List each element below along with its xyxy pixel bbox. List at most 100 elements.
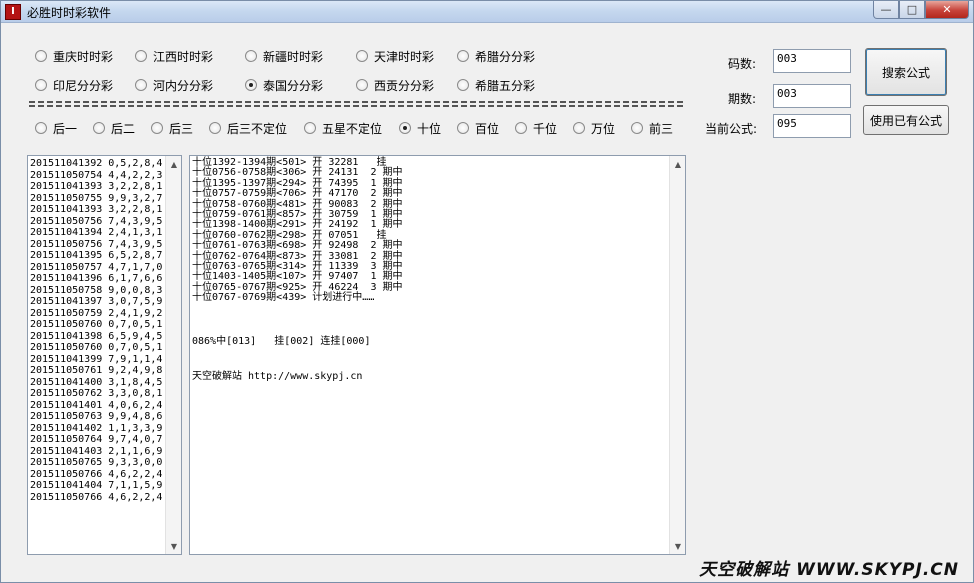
list-item: 201511050757 4,7,1,7,0 bbox=[30, 261, 163, 273]
radio-indicator bbox=[356, 79, 368, 91]
list-item: 201511041395 6,5,2,8,7 bbox=[30, 250, 163, 261]
radio-position-hundreds[interactable]: 百位 bbox=[457, 120, 499, 136]
list-item: 201511050766 4,6,2,2,4 bbox=[30, 468, 163, 480]
list-item: 201511041402 1,1,3,3,9 bbox=[30, 422, 163, 434]
radio-lottery-tianjin[interactable]: 天津时时彩 bbox=[356, 48, 434, 64]
radio-position-last3[interactable]: 后三 bbox=[151, 120, 193, 136]
radio-label: 江西时时彩 bbox=[153, 49, 214, 64]
window-title: 必胜时时彩软件 bbox=[27, 6, 112, 20]
code-count-input[interactable]: 003 bbox=[773, 49, 851, 73]
radio-position-last3-unfixed[interactable]: 后三不定位 bbox=[209, 120, 287, 136]
list-item: 201511050763 9,9,4,8,6 bbox=[30, 411, 163, 422]
title-bar[interactable]: I 必胜时时彩软件 — □ ✕ bbox=[1, 1, 973, 23]
radio-label: 新疆时时彩 bbox=[263, 49, 324, 64]
radio-lottery-jiangxi[interactable]: 江西时时彩 bbox=[135, 48, 213, 64]
close-icon: ✕ bbox=[942, 3, 952, 16]
radio-position-last2[interactable]: 后二 bbox=[93, 120, 135, 136]
radio-position-five-star-unfixed[interactable]: 五星不定位 bbox=[304, 120, 382, 136]
list-item: 201511041396 6,1,7,6,6 bbox=[30, 273, 163, 284]
scroll-down-icon[interactable]: ▼ bbox=[670, 538, 685, 554]
list-item: 201511050764 9,7,4,0,7 bbox=[30, 434, 163, 445]
list-item: 201511050762 3,3,0,8,1 bbox=[30, 388, 163, 399]
use-existing-formula-button[interactable]: 使用已有公式 bbox=[863, 105, 949, 135]
radio-label: 千位 bbox=[533, 121, 558, 136]
radio-indicator bbox=[35, 79, 47, 91]
radio-indicator bbox=[399, 122, 411, 134]
radio-indicator bbox=[135, 79, 147, 91]
radio-indicator bbox=[457, 50, 469, 62]
list-item: 201511050760 0,7,0,5,1 bbox=[30, 342, 163, 353]
radio-indicator bbox=[35, 50, 47, 62]
radio-label: 后三不定位 bbox=[227, 121, 288, 136]
radio-label: 前三 bbox=[649, 121, 674, 136]
history-list[interactable]: 201511041392 0,5,2,8,4 201511050754 4,4,2… bbox=[27, 155, 182, 555]
group-divider bbox=[29, 101, 685, 107]
current-formula-input[interactable]: 095 bbox=[773, 114, 851, 138]
radio-label: 希腊分分彩 bbox=[475, 49, 536, 64]
scroll-up-icon[interactable]: ▲ bbox=[670, 156, 685, 172]
radio-indicator bbox=[93, 122, 105, 134]
list-item: 201511050755 9,9,3,2,7 bbox=[30, 192, 163, 204]
radio-label: 河内分分彩 bbox=[153, 78, 214, 93]
site-link-text: 天空破解站 http://www.skypj.cn bbox=[192, 371, 363, 382]
results-scrollbar[interactable]: ▲ ▼ bbox=[669, 156, 685, 554]
hit-stats: 086%中[013] 挂[002] 连挂[000] bbox=[192, 336, 371, 347]
radio-lottery-chongqing[interactable]: 重庆时时彩 bbox=[35, 48, 113, 64]
radio-indicator bbox=[151, 122, 163, 134]
watermark: 天空破解站 WWW.SKYPJ.CN bbox=[699, 560, 959, 580]
radio-lottery-saigon[interactable]: 西贡分分彩 bbox=[356, 77, 434, 93]
window-controls: — □ ✕ bbox=[873, 1, 969, 19]
close-button[interactable]: ✕ bbox=[925, 1, 969, 19]
list-item: 201511050766 4,6,2,2,4 bbox=[30, 491, 163, 503]
radio-lottery-xinjiang[interactable]: 新疆时时彩 bbox=[245, 48, 323, 64]
minimize-button[interactable]: — bbox=[873, 1, 899, 19]
radio-label: 万位 bbox=[591, 121, 616, 136]
radio-indicator bbox=[457, 79, 469, 91]
radio-label: 五星不定位 bbox=[322, 121, 383, 136]
scroll-up-icon[interactable]: ▲ bbox=[166, 156, 181, 172]
radio-label: 百位 bbox=[475, 121, 500, 136]
list-item: 201511041403 2,1,1,6,9 bbox=[30, 445, 163, 457]
radio-indicator bbox=[457, 122, 469, 134]
radio-indicator bbox=[356, 50, 368, 62]
list-item: 201511050758 9,0,0,8,3 bbox=[30, 284, 163, 296]
radio-lottery-thailand[interactable]: 泰国分分彩 bbox=[245, 77, 323, 93]
history-scrollbar[interactable]: ▲ ▼ bbox=[165, 156, 181, 554]
history-content: 201511041392 0,5,2,8,4 201511050754 4,4,2… bbox=[30, 158, 162, 503]
radio-indicator bbox=[35, 122, 47, 134]
radio-label: 天津时时彩 bbox=[374, 49, 435, 64]
maximize-button[interactable]: □ bbox=[899, 1, 925, 19]
list-item: 201511041399 7,9,1,1,4 bbox=[30, 353, 163, 365]
list-item: 201511050765 9,3,3,0,0 bbox=[30, 457, 163, 468]
radio-lottery-indonesia[interactable]: 印尼分分彩 bbox=[35, 77, 113, 93]
radio-lottery-greece-5min[interactable]: 希腊五分彩 bbox=[457, 77, 535, 93]
radio-indicator bbox=[209, 122, 221, 134]
radio-position-thousands[interactable]: 千位 bbox=[515, 120, 557, 136]
radio-label: 后一 bbox=[53, 121, 78, 136]
radio-position-tens[interactable]: 十位 bbox=[399, 120, 441, 136]
search-formula-button[interactable]: 搜索公式 bbox=[865, 48, 947, 96]
period-count-label: 期数: bbox=[728, 92, 757, 106]
list-item: 201511050760 0,7,0,5,1 bbox=[30, 319, 163, 330]
results-output[interactable]: 十位1392-1394期<501> 开 32281 挂十位0756-0758期<… bbox=[189, 155, 686, 555]
app-icon: I bbox=[5, 4, 21, 20]
radio-position-last1[interactable]: 后一 bbox=[35, 120, 77, 136]
result-line: 十位0767-0769期<439> 计划进行中…… bbox=[192, 292, 375, 304]
scroll-down-icon[interactable]: ▼ bbox=[166, 538, 181, 554]
radio-lottery-greece-1min[interactable]: 希腊分分彩 bbox=[457, 48, 535, 64]
radio-indicator bbox=[245, 79, 257, 91]
list-item: 201511041400 3,1,8,4,5 bbox=[30, 376, 163, 388]
list-item: 201511041397 3,0,7,5,9 bbox=[30, 296, 163, 307]
list-item: 201511050756 7,4,3,9,5 bbox=[30, 215, 163, 227]
list-item: 201511041401 4,0,6,2,4 bbox=[30, 399, 163, 411]
radio-position-first3[interactable]: 前三 bbox=[631, 120, 673, 136]
radio-indicator bbox=[245, 50, 257, 62]
radio-indicator bbox=[573, 122, 585, 134]
radio-position-ten-thousands[interactable]: 万位 bbox=[573, 120, 615, 136]
radio-indicator bbox=[515, 122, 527, 134]
list-item: 201511041392 0,5,2,8,4 bbox=[30, 158, 163, 169]
period-count-input[interactable]: 003 bbox=[773, 84, 851, 108]
radio-label: 后三 bbox=[169, 121, 194, 136]
radio-lottery-hanoi[interactable]: 河内分分彩 bbox=[135, 77, 213, 93]
radio-label: 重庆时时彩 bbox=[53, 49, 114, 64]
